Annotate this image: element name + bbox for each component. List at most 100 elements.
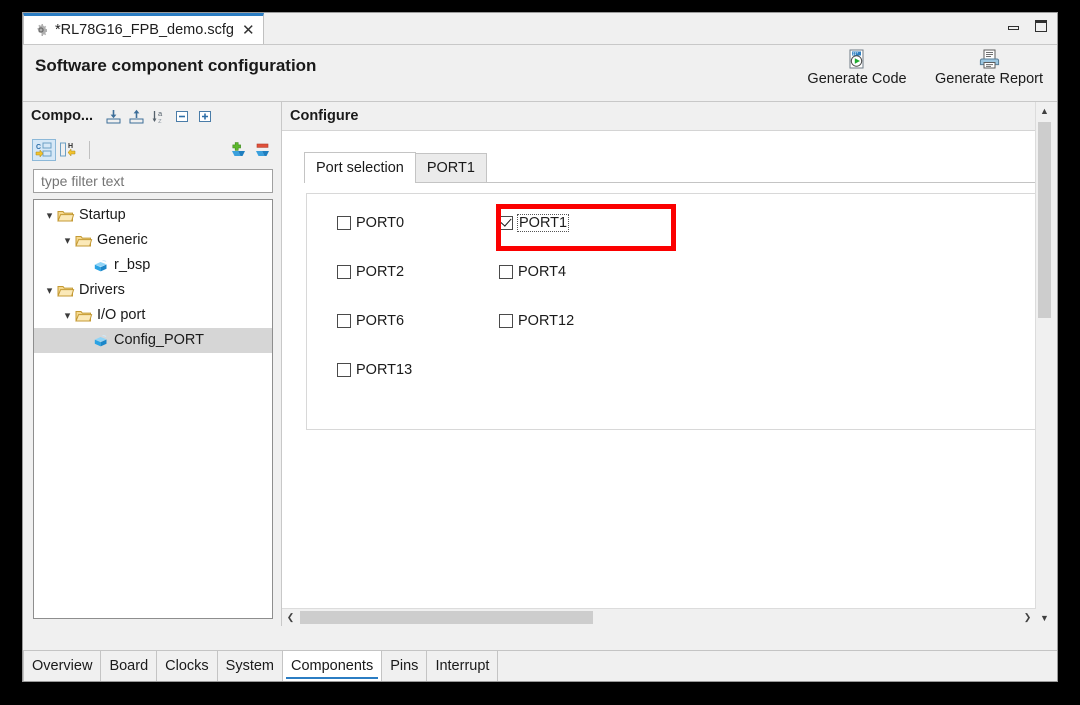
export-icon[interactable] — [126, 106, 146, 126]
checkbox-box[interactable] — [499, 216, 513, 230]
scfg-editor-window: *RL78G16_FPB_demo.scfg ✕ Software compon… — [22, 12, 1058, 682]
header-bar: Software component configuration Generat… — [23, 45, 1057, 102]
checkbox-box[interactable] — [337, 265, 351, 279]
svg-text:C: C — [36, 144, 41, 151]
bottom-tab-label: Interrupt — [435, 658, 490, 674]
chevron-down-icon[interactable]: ▾ — [42, 284, 57, 297]
components-sub-toolbar: C H — [28, 135, 278, 165]
svg-text:z: z — [158, 116, 162, 125]
chevron-down-icon[interactable]: ▾ — [60, 234, 75, 247]
filter-field-wrapper[interactable] — [33, 169, 273, 193]
components-panel: Compo... a z C H type filter text ▾ Star… — [28, 102, 278, 626]
page-title: Software component configuration — [35, 56, 317, 75]
component-tree[interactable]: ▾ Startup ▾ Generic r_bsp ▾ Drivers ▾ I/… — [33, 199, 273, 619]
tree-item-label: r_bsp — [114, 257, 151, 273]
generate-report-label: Generate Report — [934, 71, 1043, 87]
configure-panel-title: Configure — [290, 108, 359, 124]
close-icon[interactable]: ✕ — [240, 23, 255, 38]
tree-item-generic[interactable]: ▾ Generic — [34, 228, 272, 253]
editor-tab-label: *RL78G16_FPB_demo.scfg — [55, 22, 234, 38]
checkbox-port2[interactable]: PORT2 — [337, 261, 499, 283]
checkbox-box[interactable] — [499, 314, 513, 328]
checkbox-port1[interactable]: PORT1 — [499, 212, 659, 234]
checkbox-label: PORT2 — [356, 264, 405, 280]
filter-input[interactable] — [39, 172, 272, 190]
horizontal-scroll-thumb[interactable] — [300, 611, 593, 624]
checkbox-port6[interactable]: PORT6 — [337, 310, 499, 332]
checkbox-port13[interactable]: PORT13 — [337, 359, 499, 381]
chevron-down-icon[interactable]: ▾ — [60, 309, 75, 322]
add-component-icon[interactable] — [226, 139, 250, 161]
component-icon — [94, 334, 107, 346]
tab-port1[interactable]: PORT1 — [414, 153, 487, 182]
bottom-tab-overview[interactable]: Overview — [23, 651, 102, 681]
folder-icon — [57, 285, 75, 296]
bottom-tab-components[interactable]: Components — [283, 651, 383, 681]
bottom-tab-board[interactable]: Board — [101, 651, 158, 681]
svg-text:H: H — [68, 143, 73, 150]
editor-tabstrip: *RL78G16_FPB_demo.scfg ✕ — [23, 13, 1057, 45]
vertical-scrollbar[interactable]: ▲ ▼ — [1035, 102, 1053, 626]
show-components-icon[interactable]: C — [32, 139, 56, 161]
generate-report-icon — [979, 49, 1000, 69]
sort-az-icon[interactable]: a z — [149, 106, 169, 126]
checkbox-label: PORT0 — [356, 215, 405, 231]
maximize-icon — [1034, 19, 1047, 32]
tree-item-startup[interactable]: ▾ Startup — [34, 203, 272, 228]
port-selection-group: PORT0 PORT1 PORT2 PORT4 PORT6 PORT12 POR… — [306, 193, 1043, 430]
vertical-scroll-thumb[interactable] — [1038, 122, 1051, 318]
scroll-down-icon[interactable]: ▼ — [1036, 609, 1053, 626]
tree-item-label: Config_PORT — [114, 332, 204, 348]
remove-component-icon[interactable] — [250, 139, 274, 161]
tree-item-label: Generic — [97, 232, 148, 248]
tree-item-config-port[interactable]: Config_PORT — [34, 328, 272, 353]
tree-item-r-bsp[interactable]: r_bsp — [34, 253, 272, 278]
bottom-tab-system[interactable]: System — [218, 651, 283, 681]
bottom-tab-label: Components — [291, 658, 374, 674]
checkbox-port12[interactable]: PORT12 — [499, 310, 659, 332]
scroll-right-icon[interactable]: ❯ — [1019, 609, 1036, 626]
bottom-tab-pins[interactable]: Pins — [382, 651, 428, 681]
toolbar-separator — [89, 141, 90, 159]
bottom-tab-label: System — [225, 658, 274, 674]
checkbox-box[interactable] — [337, 363, 351, 377]
minimize-button[interactable] — [1005, 17, 1022, 34]
collapse-all-icon[interactable] — [172, 106, 192, 126]
checkbox-box[interactable] — [337, 314, 351, 328]
checkbox-box[interactable] — [499, 265, 513, 279]
tree-item-drivers[interactable]: ▾ Drivers — [34, 278, 272, 303]
bottom-tab-clocks[interactable]: Clocks — [157, 651, 218, 681]
expand-all-icon[interactable] — [195, 106, 215, 126]
chevron-down-icon[interactable]: ▾ — [42, 209, 57, 222]
checkbox-label: PORT13 — [356, 362, 413, 378]
tree-item-label: Drivers — [79, 282, 125, 298]
checkbox-port4[interactable]: PORT4 — [499, 261, 659, 283]
scroll-up-icon[interactable]: ▲ — [1036, 102, 1053, 119]
checkbox-port0[interactable]: PORT0 — [337, 212, 499, 234]
generate-code-button[interactable]: Generate Code — [797, 48, 917, 87]
generate-code-label: Generate Code — [807, 71, 907, 87]
generate-report-button[interactable]: Generate Report — [929, 48, 1049, 87]
bottom-tabbar: Overview Board Clocks System Components … — [23, 650, 1057, 681]
configure-tabbar: Port selection PORT1 — [304, 151, 1053, 183]
tree-item-io-port[interactable]: ▾ I/O port — [34, 303, 272, 328]
checkbox-box[interactable] — [337, 216, 351, 230]
folder-icon — [75, 310, 93, 321]
bottom-tab-label: Pins — [390, 658, 419, 674]
tab-label: Port selection — [316, 160, 404, 176]
window-buttons — [1005, 17, 1049, 34]
editor-tab-scfg[interactable]: *RL78G16_FPB_demo.scfg ✕ — [23, 13, 264, 44]
horizontal-scrollbar[interactable]: ❮ ❯ — [282, 608, 1036, 626]
tab-port-selection[interactable]: Port selection — [304, 152, 416, 183]
generate-code-icon — [849, 49, 864, 69]
header-actions: Generate Code Generate Report — [797, 48, 1049, 87]
scroll-left-icon[interactable]: ❮ — [282, 609, 299, 626]
maximize-button[interactable] — [1032, 17, 1049, 34]
import-icon[interactable] — [103, 106, 123, 126]
bottom-tab-label: Board — [109, 658, 149, 674]
body-area: Compo... a z C H type filter text ▾ Star… — [23, 102, 1057, 630]
show-hardware-icon[interactable]: H — [56, 139, 80, 161]
configure-panel: Configure Port selection PORT1 PORT0 POR… — [281, 102, 1053, 626]
bottom-tab-interrupt[interactable]: Interrupt — [427, 651, 499, 681]
bottom-tab-label: Overview — [32, 658, 93, 674]
